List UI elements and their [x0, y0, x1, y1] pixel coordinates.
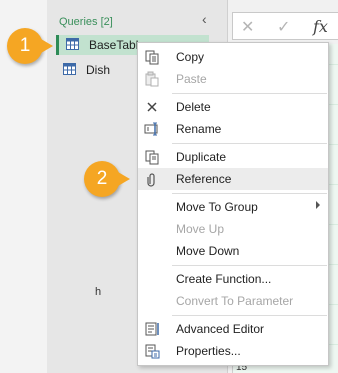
table-icon	[63, 63, 76, 75]
menu-item-label: Paste	[176, 72, 207, 86]
check-icon[interactable]: ✓	[277, 17, 290, 37]
advanced-editor-icon	[145, 322, 159, 336]
menu-separator	[172, 143, 327, 144]
queries-header: Queries [2]	[59, 16, 113, 28]
menu-item-label: Copy	[176, 50, 205, 64]
formula-bar: ✕ ✓ fx	[232, 12, 338, 40]
menu-item-label: Duplicate	[176, 150, 227, 164]
menu-item-label: Advanced Editor	[176, 322, 265, 336]
menu-item-duplicate[interactable]: Duplicate	[138, 146, 328, 168]
grid-cell-text: h	[95, 286, 102, 298]
menu-separator	[172, 315, 327, 316]
menu-item-convert-to-parameter[interactable]: Convert To Parameter	[138, 290, 328, 312]
x-icon[interactable]: ✕	[241, 17, 254, 37]
menu-item-label: Rename	[176, 122, 222, 136]
menu-item-paste[interactable]: Paste	[138, 68, 328, 90]
menu-item-label: Move Down	[176, 244, 240, 258]
menu-item-label: Move Up	[176, 222, 225, 236]
copy-icon	[145, 50, 159, 65]
duplicate-icon	[145, 150, 159, 165]
menu-item-advanced-editor[interactable]: Advanced Editor	[138, 318, 328, 340]
table-icon	[66, 38, 79, 50]
menu-item-copy[interactable]: Copy	[138, 46, 328, 68]
menu-item-properties[interactable]: Properties...	[138, 340, 328, 362]
menu-item-label: Reference	[176, 172, 232, 186]
menu-item-label: Create Function...	[176, 272, 272, 286]
menu-item-move-to-group[interactable]: Move To Group	[138, 196, 328, 218]
menu-item-rename[interactable]: Rename	[138, 118, 328, 140]
callout-badge-2: 2	[84, 161, 130, 197]
menu-item-move-up[interactable]: Move Up	[138, 218, 328, 240]
menu-separator	[172, 265, 327, 266]
menu-item-reference[interactable]: Reference	[138, 168, 328, 190]
submenu-arrow-icon	[316, 201, 320, 209]
menu-item-delete[interactable]: Delete	[138, 96, 328, 118]
menu-separator	[172, 193, 327, 194]
properties-icon	[145, 344, 160, 359]
menu-item-create-function[interactable]: Create Function...	[138, 268, 328, 290]
delete-icon	[147, 102, 157, 112]
menu-item-label: Convert To Parameter	[176, 294, 294, 308]
collapse-pane-chevron-icon[interactable]: ‹	[202, 11, 207, 27]
callout-badge-1: 1	[7, 28, 53, 64]
context-menu: Copy Paste Delete Rename Duplicate Refer…	[137, 42, 329, 366]
rename-icon	[144, 122, 158, 136]
fx-icon[interactable]: fx	[313, 17, 328, 36]
menu-item-label: Move To Group	[176, 200, 258, 214]
menu-item-move-down[interactable]: Move Down	[138, 240, 328, 262]
reference-icon	[147, 173, 155, 187]
menu-item-label: Properties...	[176, 344, 241, 358]
query-item-label: Dish	[86, 63, 111, 77]
paste-icon	[145, 71, 159, 87]
menu-separator	[172, 93, 327, 94]
menu-item-label: Delete	[176, 100, 211, 114]
